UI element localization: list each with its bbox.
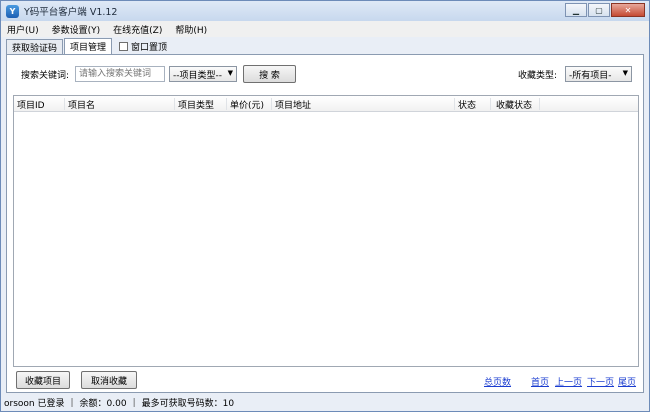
window-title: Y码平台客户端 V1.12	[24, 7, 118, 18]
menu-settings[interactable]: 参数设置(Y)	[52, 23, 101, 36]
window-controls: ▁ ▢ ✕	[564, 3, 645, 17]
project-panel: 搜索关键词: --项目类型-- ▼ 搜 索 收藏类型: -所有项目- ▼ 项目I…	[6, 54, 644, 393]
favorite-type-select[interactable]: -所有项目- ▼	[565, 66, 632, 82]
col-project-type[interactable]: 项目类型	[178, 98, 214, 111]
project-type-value: --项目类型--	[173, 70, 222, 81]
col-project-url[interactable]: 项目地址	[275, 98, 311, 111]
menu-user[interactable]: 用户(U)	[7, 23, 39, 36]
project-type-select[interactable]: --项目类型-- ▼	[169, 66, 237, 82]
col-project-id[interactable]: 项目ID	[17, 98, 45, 111]
project-table[interactable]: 项目ID 项目名 项目类型 单价(元) 项目地址 状态 收藏状态	[13, 95, 639, 367]
balance-status: 余额：0.00	[79, 399, 127, 409]
col-status[interactable]: 状态	[458, 98, 476, 111]
col-divider[interactable]	[64, 98, 65, 110]
col-project-name[interactable]: 项目名	[68, 98, 95, 111]
chevron-down-icon: ▼	[622, 69, 628, 77]
col-divider[interactable]	[490, 98, 491, 110]
favorite-type-label: 收藏类型:	[518, 71, 558, 81]
keyword-input[interactable]	[75, 66, 165, 82]
app-window: Y Y码平台客户端 V1.12 ▁ ▢ ✕ 用户(U) 参数设置(Y) 在线充值…	[0, 0, 650, 412]
menu-help[interactable]: 帮助(H)	[175, 23, 207, 36]
col-divider[interactable]	[454, 98, 455, 110]
close-button[interactable]: ✕	[611, 3, 645, 17]
next-page-link[interactable]: 下一页	[587, 375, 614, 388]
search-button[interactable]: 搜 索	[243, 65, 296, 83]
col-divider[interactable]	[539, 98, 540, 110]
first-page-link[interactable]: 首页	[531, 375, 549, 388]
status-divider: |	[70, 397, 74, 408]
topmost-checkbox[interactable]: 窗口置顶	[119, 39, 167, 54]
total-pages-link[interactable]: 总页数	[484, 375, 511, 388]
y-logo-icon: Y	[6, 4, 19, 18]
status-bar: orsoon 已登录 | 余额：0.00 | 最多可获取号码数：10	[1, 394, 649, 411]
chevron-down-icon: ▼	[227, 69, 233, 77]
title-bar[interactable]: Y Y码平台客户端 V1.12 ▁ ▢ ✕	[1, 1, 649, 21]
minimize-button[interactable]: ▁	[565, 3, 587, 17]
tab-get-code[interactable]: 获取验证码	[6, 39, 64, 54]
col-divider[interactable]	[271, 98, 272, 110]
tab-project-management[interactable]: 项目管理	[64, 38, 113, 54]
last-page-link[interactable]: 尾页	[618, 375, 636, 388]
checkbox-icon[interactable]	[119, 42, 129, 51]
unfavorite-button[interactable]: 取消收藏	[81, 371, 137, 389]
prev-page-link[interactable]: 上一页	[555, 375, 582, 388]
table-header: 项目ID 项目名 项目类型 单价(元) 项目地址 状态 收藏状态	[14, 96, 638, 112]
max-numbers-status: 最多可获取号码数：10	[141, 399, 235, 409]
search-row: 搜索关键词: --项目类型-- ▼ 搜 索 收藏类型: -所有项目- ▼	[7, 65, 643, 83]
login-status: orsoon 已登录	[4, 399, 65, 409]
status-divider: |	[132, 397, 136, 408]
col-divider[interactable]	[174, 98, 175, 110]
col-unit-price[interactable]: 单价(元)	[230, 98, 264, 111]
maximize-button[interactable]: ▢	[588, 3, 610, 17]
favorite-project-button[interactable]: 收藏项目	[16, 371, 70, 389]
tab-strip: 获取验证码 项目管理 窗口置顶	[6, 38, 167, 54]
keyword-label: 搜索关键词:	[21, 71, 70, 81]
col-divider[interactable]	[226, 98, 227, 110]
topmost-label: 窗口置顶	[131, 43, 168, 53]
menu-bar: 用户(U) 参数设置(Y) 在线充值(Z) 帮助(H)	[1, 21, 649, 37]
favorite-type-value: -所有项目-	[569, 70, 612, 81]
menu-recharge[interactable]: 在线充值(Z)	[113, 23, 162, 36]
col-favorite-status[interactable]: 收藏状态	[496, 98, 532, 111]
